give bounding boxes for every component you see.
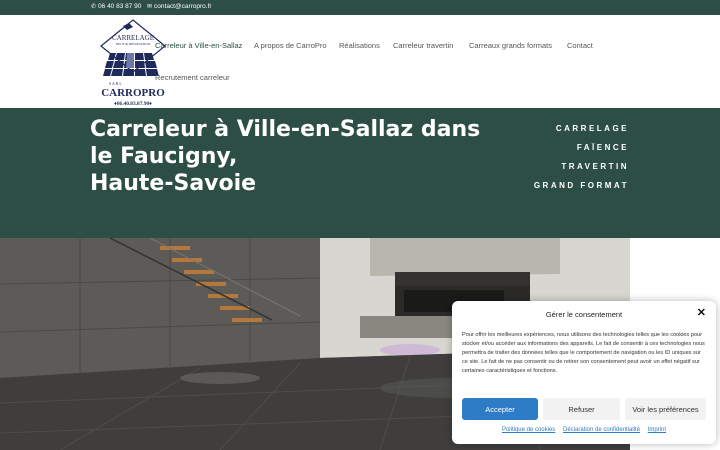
nav-item-contact[interactable]: Contact bbox=[567, 41, 593, 50]
consent-text: Pour offrir les meilleures expériences, … bbox=[462, 332, 705, 374]
hero-link-grand-format[interactable]: GRAND FORMAT bbox=[534, 181, 629, 200]
cookie-consent-dialog: Gérer le consentement ✕ Pour offrir les … bbox=[452, 301, 716, 444]
refuse-button[interactable]: Refuser bbox=[543, 398, 620, 420]
logo-sarl: S A R L bbox=[109, 81, 122, 86]
page: ✆ 06 40 83 87 90 ✉ contact@carropro.fr C… bbox=[0, 0, 720, 450]
nav-item-realisations[interactable]: Réalisations bbox=[339, 41, 380, 50]
hero-link-travertin[interactable]: TRAVERTIN bbox=[534, 162, 629, 181]
envelope-icon: ✉ bbox=[147, 3, 153, 10]
imprint-link[interactable]: Imprint bbox=[648, 427, 666, 433]
nav-item-grands-formats[interactable]: Carreaux grands formats bbox=[469, 41, 552, 50]
cookie-policy-link[interactable]: Politique de cookies bbox=[502, 427, 555, 433]
consent-title: Gérer le consentement bbox=[545, 310, 623, 319]
topbar-phone-text: 06 40 83 87 90 bbox=[98, 3, 142, 10]
nav-item-carreleur[interactable]: Carreleur à Ville-en-Sallaz bbox=[155, 41, 242, 50]
nav-item-a-propos[interactable]: A propos de CarroPro bbox=[254, 41, 327, 50]
logo-brand: CARROPRO bbox=[101, 87, 165, 99]
consent-links: Politique de cookies Déclaration de conf… bbox=[452, 427, 716, 433]
topbar-email[interactable]: ✉ contact@carropro.fr bbox=[147, 3, 212, 10]
logo-phone: ♦06.40.83.87.90♦ bbox=[114, 101, 152, 107]
close-icon[interactable]: ✕ bbox=[697, 308, 706, 319]
logo-line2: NEUF & RÉNOVATION bbox=[116, 41, 151, 46]
privacy-statement-link[interactable]: Déclaration de confidentialité bbox=[563, 427, 640, 433]
hero-link-faience[interactable]: FAÏENCE bbox=[534, 143, 629, 162]
hero-link-carrelage[interactable]: CARRELAGE bbox=[534, 124, 629, 143]
preferences-button[interactable]: Voir les préférences bbox=[625, 398, 706, 420]
phone-icon: ✆ bbox=[91, 3, 97, 10]
topbar-phone[interactable]: ✆ 06 40 83 87 90 bbox=[91, 3, 141, 10]
hero-title-line: Carreleur à Ville-en-Sallaz dans bbox=[90, 117, 481, 142]
logo-line1: CARRELAGE bbox=[112, 34, 154, 42]
hero-title: Carreleur à Ville-en-Sallaz dans le Fauc… bbox=[90, 116, 490, 197]
topbar-email-text: contact@carropro.fr bbox=[154, 3, 212, 10]
hero-section: Carreleur à Ville-en-Sallaz dans le Fauc… bbox=[0, 108, 720, 238]
accept-button[interactable]: Accepter bbox=[462, 398, 538, 420]
hero-links: CARRELAGE FAÏENCE TRAVERTIN GRAND FORMAT bbox=[534, 124, 629, 200]
site-header: CARRELAGE NEUF & RÉNOVATION S A R L CARR… bbox=[0, 15, 720, 108]
hero-title-line: Haute-Savoie bbox=[90, 171, 257, 196]
nav-item-recrutement[interactable]: Recrutement carreleur bbox=[155, 73, 230, 82]
hero-title-line: le Faucigny, bbox=[90, 144, 238, 169]
nav-item-travertin[interactable]: Carreleur travertin bbox=[393, 41, 453, 50]
top-bar: ✆ 06 40 83 87 90 ✉ contact@carropro.fr bbox=[0, 0, 720, 15]
carropro-logo[interactable]: CARRELAGE NEUF & RÉNOVATION S A R L CARR… bbox=[97, 18, 169, 108]
